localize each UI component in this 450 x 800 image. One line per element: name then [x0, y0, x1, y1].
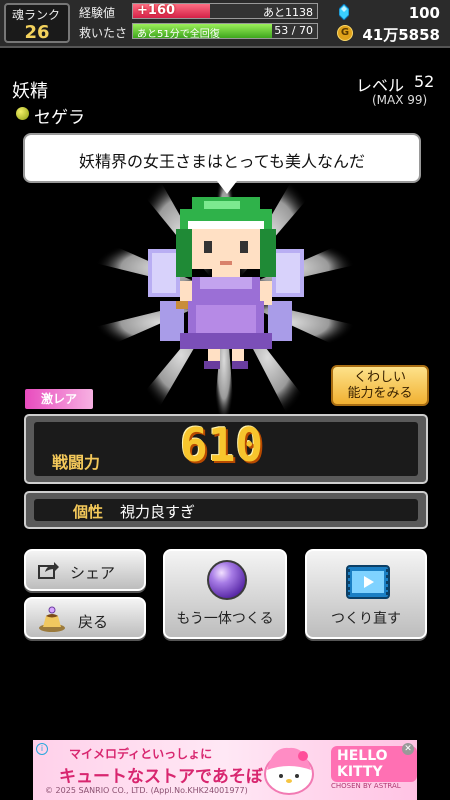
exp-gain: +160: [137, 3, 176, 18]
exp-label: 経験値: [79, 6, 116, 20]
level-value: 52: [414, 72, 435, 91]
remake-label: つくり直す: [331, 611, 401, 627]
save-recovery-time: あと51分で全回復: [137, 29, 220, 39]
character-name: セゲラ: [34, 108, 85, 128]
exp-remaining: あと1138: [263, 6, 313, 19]
back-button[interactable]: 戻る: [24, 597, 146, 639]
soul-rank-label: 魂ランク: [12, 8, 61, 22]
ad-banner[interactable]: i マイメロディといっしょに キュートなストアであそぼうよ! © 2025 SA…: [33, 740, 417, 800]
fairy-character-sprite: [148, 197, 304, 369]
speech-text: 妖精界の女王さまはとっても美人なんだ: [79, 152, 365, 171]
pudding-icon: [39, 606, 65, 632]
combat-power-label: 戦闘力: [52, 453, 101, 472]
attribute-icon: [16, 107, 29, 120]
combat-power-value: 610: [180, 418, 264, 472]
ad-info-icon[interactable]: i: [36, 743, 48, 755]
make-another-label: もう一体つくる: [176, 611, 274, 627]
soul-rank-box: 魂ランク 26: [4, 3, 70, 43]
ad-copyright: © 2025 SANRIO CO., LTD. (Appl.No.KHK2400…: [45, 786, 248, 795]
speech-bubble: 妖精界の女王さまはとっても美人なんだ: [23, 133, 421, 194]
ad-close-icon[interactable]: ✕: [402, 743, 414, 755]
coin-icon: G: [337, 25, 353, 41]
save-desire-value: 53 / 70: [274, 24, 313, 37]
trait-value: 視力良すぎ: [120, 503, 196, 521]
view-abilities-label-2: 能力をみる: [347, 386, 413, 401]
share-icon: [38, 562, 59, 579]
soul-rank-value: 26: [24, 22, 50, 43]
coin-value: 41万5858: [362, 26, 440, 44]
make-another-button[interactable]: もう一体つくる: [163, 549, 287, 639]
exp-bar: +160 あと1138: [132, 3, 318, 19]
character-type: 妖精: [12, 81, 48, 102]
my-melody-mascot-image: [264, 747, 314, 795]
status-header: 魂ランク 26 経験値 +160 あと1138 救いたさ あと51分で全回復 5…: [0, 0, 450, 48]
save-desire-bar: あと51分で全回復 53 / 70: [132, 23, 318, 39]
ad-headline-1: マイメロディといっしょに: [69, 747, 213, 761]
level-max: (MAX 99): [372, 93, 428, 107]
view-abilities-button[interactable]: くわしい 能力をみる: [331, 365, 429, 406]
share-button-label: シェア: [70, 564, 116, 582]
gem-icon: [339, 4, 349, 20]
share-button[interactable]: シェア: [24, 549, 146, 591]
crystal-orb-icon: [207, 560, 247, 600]
save-desire-label: 救いたさ: [79, 26, 128, 40]
trait-label: 個性: [73, 503, 104, 521]
gem-value: 100: [408, 4, 440, 22]
rarity-badge: 激レア: [25, 389, 93, 409]
back-button-label: 戻る: [78, 613, 109, 631]
video-play-icon: [346, 565, 390, 599]
remake-button[interactable]: つくり直す: [305, 549, 427, 639]
ad-brand-sub: CHOSEN BY ASTRAL: [331, 782, 401, 790]
view-abilities-label-1: くわしい: [353, 370, 406, 385]
